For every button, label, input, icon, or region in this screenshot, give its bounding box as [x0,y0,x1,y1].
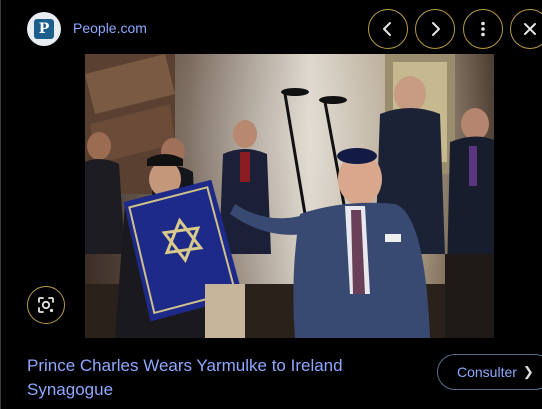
visit-button[interactable]: Consulter ❯ [437,354,542,390]
photo-illustration [85,54,494,338]
more-options-button[interactable] [463,9,503,49]
site-favicon[interactable]: P [27,12,61,46]
result-title-link[interactable]: Prince Charles Wears Yarmulke to Ireland… [27,354,407,402]
site-name[interactable]: People.com [73,20,147,36]
preview-image[interactable] [85,54,494,338]
image-viewer-panel: P People.com Prince Charles Wears Yarmul… [0,0,542,409]
close-icon [524,23,536,35]
people-logo-icon: P [34,19,54,39]
chevron-right-icon [432,22,440,36]
close-button[interactable] [510,9,542,49]
previous-button[interactable] [368,9,408,49]
chevron-left-icon [383,22,391,36]
visit-button-label: Consulter [457,364,517,380]
lens-icon [38,297,54,313]
lens-search-button[interactable] [27,286,65,324]
next-button[interactable] [415,9,455,49]
chevron-right-icon: ❯ [522,364,534,379]
more-vert-icon [481,21,485,37]
